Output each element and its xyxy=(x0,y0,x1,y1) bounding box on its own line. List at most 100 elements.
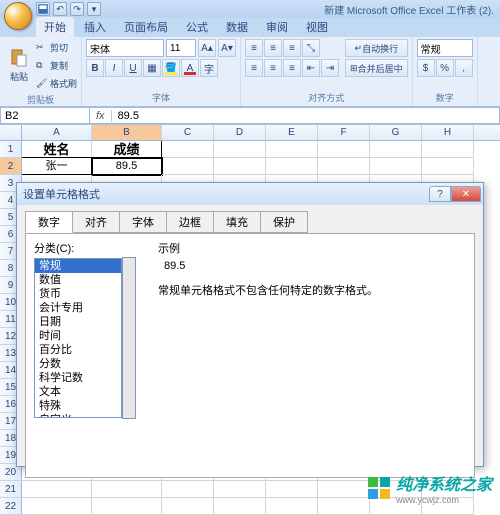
col-header-f[interactable]: F xyxy=(318,125,370,140)
cell[interactable] xyxy=(214,158,266,175)
category-item[interactable]: 时间 xyxy=(35,329,121,343)
align-bottom-icon[interactable]: ≡ xyxy=(283,39,301,57)
dlg-tab-protect[interactable]: 保护 xyxy=(260,211,308,233)
decrease-font-icon[interactable]: A▾ xyxy=(218,39,236,57)
cell[interactable] xyxy=(22,481,92,498)
row-header[interactable]: 2 xyxy=(0,158,22,175)
font-name-combo[interactable]: 宋体 xyxy=(86,39,164,57)
paste-button[interactable]: 粘贴 xyxy=(4,39,34,92)
dialog-close-button[interactable]: ✕ xyxy=(451,186,481,202)
cell[interactable]: 姓名 xyxy=(22,141,92,158)
fill-color-button[interactable]: 🪣 xyxy=(162,59,180,77)
cell[interactable] xyxy=(22,498,92,515)
row-header[interactable]: 22 xyxy=(0,498,22,515)
format-painter-button[interactable]: 🖌格式刷 xyxy=(36,75,77,92)
cell[interactable] xyxy=(92,481,162,498)
cell[interactable]: 成绩 xyxy=(92,141,162,158)
cell[interactable] xyxy=(162,141,214,158)
category-item[interactable]: 文本 xyxy=(35,385,121,399)
align-center-icon[interactable]: ≡ xyxy=(264,59,282,77)
cell[interactable] xyxy=(370,158,422,175)
bold-button[interactable]: B xyxy=(86,59,104,77)
align-right-icon[interactable]: ≡ xyxy=(283,59,301,77)
redo-icon[interactable]: ↷ xyxy=(70,2,84,16)
col-header-a[interactable]: A xyxy=(22,125,92,140)
tab-insert[interactable]: 插入 xyxy=(76,17,114,37)
dlg-tab-number[interactable]: 数字 xyxy=(25,211,73,233)
indent-dec-icon[interactable]: ⇤ xyxy=(302,59,320,77)
font-size-combo[interactable]: 11 xyxy=(166,39,196,57)
align-middle-icon[interactable]: ≡ xyxy=(264,39,282,57)
dialog-help-button[interactable]: ? xyxy=(429,186,451,202)
font-color-button[interactable]: A xyxy=(181,59,199,77)
select-all-corner[interactable] xyxy=(0,125,22,140)
align-top-icon[interactable]: ≡ xyxy=(245,39,263,57)
border-button[interactable]: ▦ xyxy=(143,59,161,77)
cell[interactable] xyxy=(214,141,266,158)
row-header[interactable]: 1 xyxy=(0,141,22,158)
wrap-text-button[interactable]: ↵自动换行 xyxy=(345,39,408,57)
percent-format-icon[interactable]: % xyxy=(436,59,454,77)
merge-center-button[interactable]: ⊞合并后居中 xyxy=(345,59,408,77)
number-format-combo[interactable]: 常规 xyxy=(417,39,473,57)
office-button[interactable] xyxy=(4,2,32,30)
cell[interactable] xyxy=(214,481,266,498)
cell[interactable] xyxy=(266,481,318,498)
cell[interactable] xyxy=(318,158,370,175)
cell[interactable] xyxy=(266,158,318,175)
col-header-d[interactable]: D xyxy=(214,125,266,140)
col-header-g[interactable]: G xyxy=(370,125,422,140)
cell[interactable] xyxy=(318,141,370,158)
dlg-tab-border[interactable]: 边框 xyxy=(166,211,214,233)
tab-review[interactable]: 审阅 xyxy=(258,17,296,37)
underline-button[interactable]: U xyxy=(124,59,142,77)
undo-icon[interactable]: ↶ xyxy=(53,2,67,16)
cell[interactable] xyxy=(266,498,318,515)
category-item[interactable]: 货币 xyxy=(35,287,121,301)
comma-format-icon[interactable]: , xyxy=(455,59,473,77)
indent-inc-icon[interactable]: ⇥ xyxy=(321,59,339,77)
cell[interactable]: 89.5 xyxy=(92,158,162,175)
cell[interactable] xyxy=(422,141,474,158)
align-left-icon[interactable]: ≡ xyxy=(245,59,263,77)
phonetic-button[interactable]: 字 xyxy=(200,59,218,77)
category-item[interactable]: 自定义 xyxy=(35,413,121,418)
cell[interactable] xyxy=(422,158,474,175)
row-header[interactable]: 21 xyxy=(0,481,22,498)
italic-button[interactable]: I xyxy=(105,59,123,77)
cell[interactable] xyxy=(318,498,370,515)
tab-data[interactable]: 数据 xyxy=(218,17,256,37)
listbox-scrollbar[interactable] xyxy=(122,257,136,419)
tab-formulas[interactable]: 公式 xyxy=(178,17,216,37)
dlg-tab-font[interactable]: 字体 xyxy=(119,211,167,233)
col-header-h[interactable]: H xyxy=(422,125,474,140)
fx-icon[interactable]: fx xyxy=(90,110,112,122)
cell[interactable] xyxy=(162,481,214,498)
category-item[interactable]: 常规 xyxy=(35,259,121,273)
tab-page-layout[interactable]: 页面布局 xyxy=(116,17,176,37)
col-header-c[interactable]: C xyxy=(162,125,214,140)
category-item[interactable]: 百分比 xyxy=(35,343,121,357)
tab-home[interactable]: 开始 xyxy=(36,17,74,37)
orientation-icon[interactable]: ⤡ xyxy=(302,39,320,57)
col-header-b[interactable]: B xyxy=(92,125,162,140)
copy-button[interactable]: ⧉复制 xyxy=(36,57,77,74)
category-item[interactable]: 特殊 xyxy=(35,399,121,413)
cell[interactable]: 张一 xyxy=(22,158,92,175)
category-item[interactable]: 会计专用 xyxy=(35,301,121,315)
qat-dropdown-icon[interactable]: ▾ xyxy=(87,2,101,16)
save-icon[interactable] xyxy=(36,2,50,16)
tab-view[interactable]: 视图 xyxy=(298,17,336,37)
dialog-titlebar[interactable]: 设置单元格格式 ? ✕ xyxy=(17,183,483,205)
cell[interactable] xyxy=(92,498,162,515)
name-box[interactable]: B2 xyxy=(0,107,90,124)
category-item[interactable]: 数值 xyxy=(35,273,121,287)
category-item[interactable]: 科学记数 xyxy=(35,371,121,385)
cell[interactable] xyxy=(162,158,214,175)
cell[interactable] xyxy=(214,498,266,515)
dlg-tab-fill[interactable]: 填充 xyxy=(213,211,261,233)
dlg-tab-align[interactable]: 对齐 xyxy=(72,211,120,233)
category-item[interactable]: 分数 xyxy=(35,357,121,371)
category-listbox[interactable]: 常规数值货币会计专用日期时间百分比分数科学记数文本特殊自定义 xyxy=(34,258,122,418)
cell[interactable] xyxy=(266,141,318,158)
